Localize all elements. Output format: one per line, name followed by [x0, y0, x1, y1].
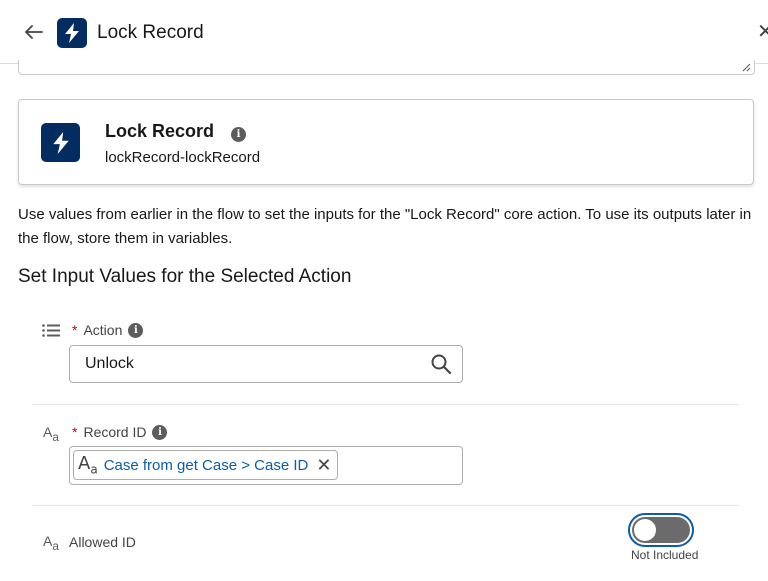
text-type-icon: Aa: [43, 533, 59, 553]
action-badge: [41, 123, 80, 162]
field-divider: [33, 505, 739, 506]
allowed-id-field-label: Allowed ID: [69, 534, 136, 550]
arrow-left-icon: [25, 25, 43, 39]
required-indicator: *: [72, 424, 78, 440]
action-field-label: * Action i: [72, 322, 144, 338]
record-id-input[interactable]: Aa Case from get Case > Case ID ✕: [69, 446, 463, 485]
close-icon: ✕: [757, 21, 768, 43]
record-id-field-label: * Record ID i: [72, 424, 168, 440]
field-divider: [33, 404, 739, 405]
panel-title: Lock Record: [97, 22, 204, 43]
action-card: Lock Record i lockRecord-lockRecord: [18, 99, 754, 185]
toggle-track: [632, 517, 690, 543]
action-input-value: Unlock: [85, 355, 134, 372]
text-type-icon: Aa: [78, 453, 98, 477]
action-description: Use values from earlier in the flow to s…: [18, 206, 752, 247]
record-id-label-text: Record ID: [83, 424, 147, 440]
include-toggle[interactable]: [628, 513, 694, 547]
text-type-icon: Aa: [43, 424, 59, 444]
remove-pill-button[interactable]: ✕: [316, 456, 331, 474]
action-title: Lock Record: [105, 121, 215, 141]
toggle-status-label: Not Included: [631, 548, 699, 562]
action-info-button[interactable]: i: [231, 124, 246, 142]
section-title: Set Input Values for the Selected Action: [18, 266, 352, 287]
toggle-knob: [634, 519, 656, 541]
lightning-badge: [57, 18, 87, 48]
info-icon[interactable]: i: [152, 424, 168, 440]
required-indicator: *: [72, 322, 78, 338]
allowed-id-label-text: Allowed ID: [69, 534, 136, 550]
info-icon[interactable]: i: [128, 322, 144, 338]
back-button[interactable]: [22, 20, 46, 44]
panel-header: Lock Record ✕: [0, 0, 768, 64]
close-button[interactable]: ✕: [757, 22, 768, 42]
resource-pill[interactable]: Aa Case from get Case > Case ID ✕: [73, 450, 339, 480]
action-api-name: lockRecord-lockRecord: [105, 149, 261, 166]
picklist-icon: [42, 324, 60, 337]
action-input[interactable]: Unlock: [69, 345, 463, 383]
lightning-icon: [52, 131, 69, 154]
close-icon: ✕: [316, 455, 332, 475]
resource-pill-label: Case from get Case > Case ID: [103, 456, 309, 474]
resize-grip-icon[interactable]: [742, 63, 751, 72]
info-icon: i: [231, 127, 246, 142]
description-textarea[interactable]: [18, 60, 755, 75]
lightning-icon: [65, 23, 79, 43]
search-icon[interactable]: [430, 353, 452, 375]
action-label-text: Action: [83, 322, 123, 338]
